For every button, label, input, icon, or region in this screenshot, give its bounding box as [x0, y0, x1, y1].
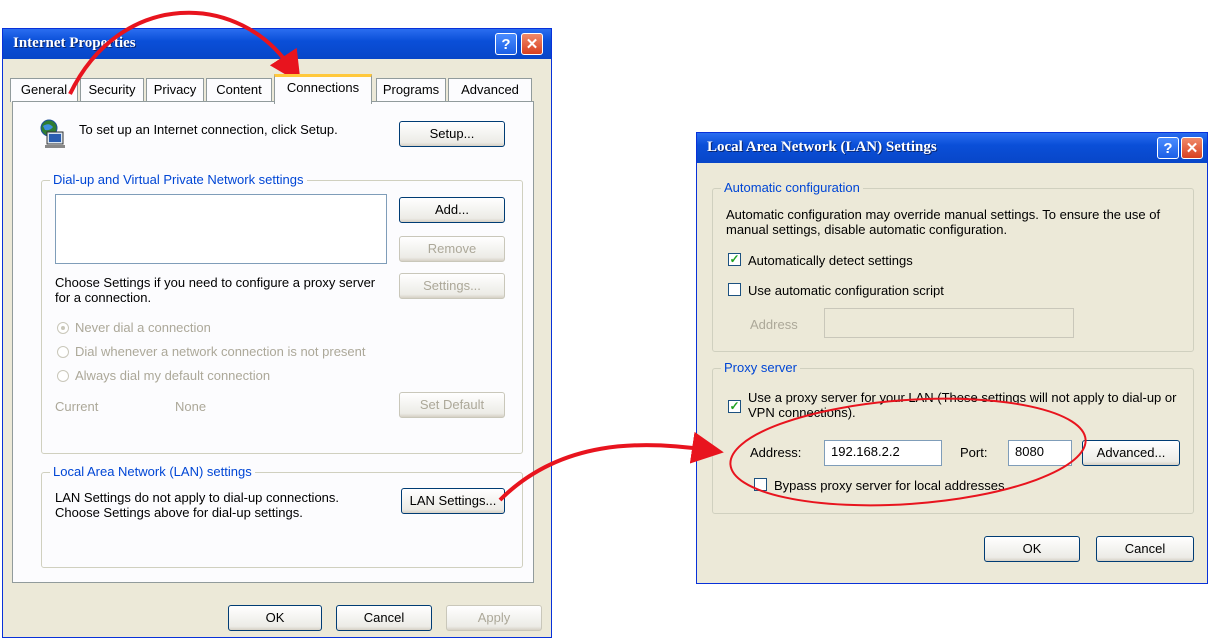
connections-panel: To set up an Internet connection, click … [12, 101, 534, 583]
lan-group-label: Local Area Network (LAN) settings [50, 464, 255, 479]
auto-script-checkbox[interactable] [728, 283, 741, 296]
bypass-label: Bypass proxy server for local addresses [774, 478, 1005, 493]
tab-programs[interactable]: Programs [376, 78, 446, 102]
radio-dial-whenever[interactable] [57, 346, 69, 358]
lan-description: LAN Settings do not apply to dial-up con… [55, 490, 340, 520]
auto-config-description: Automatic configuration may override man… [726, 207, 1161, 237]
network-globe-icon [40, 119, 65, 148]
remove-button[interactable]: Remove [399, 236, 505, 262]
proxy-server-group-label: Proxy server [721, 360, 800, 375]
ok-button[interactable]: OK [228, 605, 322, 631]
radio-always-dial-label: Always dial my default connection [75, 368, 271, 383]
radio-never-dial[interactable] [57, 322, 69, 334]
dialup-group-label: Dial-up and Virtual Private Network sett… [50, 172, 307, 187]
lan-close-icon[interactable]: ✕ [1181, 137, 1203, 159]
bypass-checkbox[interactable] [754, 478, 767, 491]
current-label: Current [55, 399, 99, 414]
close-icon[interactable]: ✕ [521, 33, 543, 55]
lan-group: Local Area Network (LAN) settings [41, 464, 523, 568]
setup-button[interactable]: Setup... [399, 121, 505, 147]
window-title: Internet Properties [13, 35, 136, 51]
auto-detect-checkbox[interactable]: ✓ [728, 253, 741, 266]
help-icon[interactable]: ? [495, 33, 517, 55]
auto-script-label: Use automatic configuration script [748, 283, 944, 298]
tab-connections[interactable]: Connections [274, 74, 372, 104]
tab-content[interactable]: Content [206, 78, 272, 102]
use-proxy-label: Use a proxy server for your LAN (These s… [748, 390, 1177, 420]
cancel-button[interactable]: Cancel [336, 605, 432, 631]
use-proxy-checkbox[interactable]: ✓ [728, 400, 741, 413]
lan-window-title: Local Area Network (LAN) Settings [707, 139, 937, 155]
lan-settings-button[interactable]: LAN Settings... [401, 488, 505, 514]
dialup-connections-list[interactable] [55, 194, 387, 264]
title-bar[interactable]: Internet Properties ? ✕ [3, 29, 551, 59]
lan-ok-button[interactable]: OK [984, 536, 1080, 562]
current-value: None [175, 399, 207, 414]
tab-general[interactable]: General [10, 78, 78, 102]
proxy-address-input[interactable]: 192.168.2.2 [824, 440, 942, 466]
tab-security[interactable]: Security [80, 78, 144, 102]
radio-dial-whenever-label: Dial whenever a network connection is no… [75, 344, 366, 359]
settings-button[interactable]: Settings... [399, 273, 505, 299]
add-button[interactable]: Add... [399, 197, 505, 223]
port-label: Port: [960, 445, 988, 460]
apply-button[interactable]: Apply [446, 605, 542, 631]
advanced-button[interactable]: Advanced... [1082, 440, 1180, 466]
set-default-button[interactable]: Set Default [399, 392, 505, 418]
auto-config-group-label: Automatic configuration [721, 180, 863, 195]
proxy-address-label: Address: [750, 445, 802, 460]
tab-advanced[interactable]: Advanced [448, 78, 532, 102]
auto-script-address-label: Address [750, 317, 798, 332]
auto-detect-label: Automatically detect settings [748, 253, 913, 268]
settings-description: Choose Settings if you need to configure… [55, 275, 376, 305]
lan-cancel-button[interactable]: Cancel [1096, 536, 1194, 562]
lan-title-bar[interactable]: Local Area Network (LAN) Settings ? ✕ [697, 133, 1207, 163]
setup-description: To set up an Internet connection, click … [79, 122, 338, 137]
tab-privacy[interactable]: Privacy [146, 78, 204, 102]
radio-always-dial[interactable] [57, 370, 69, 382]
radio-never-dial-label: Never dial a connection [75, 320, 211, 335]
port-input[interactable]: 8080 [1008, 440, 1072, 466]
auto-script-address-input[interactable] [824, 308, 1074, 338]
lan-help-icon[interactable]: ? [1157, 137, 1179, 159]
